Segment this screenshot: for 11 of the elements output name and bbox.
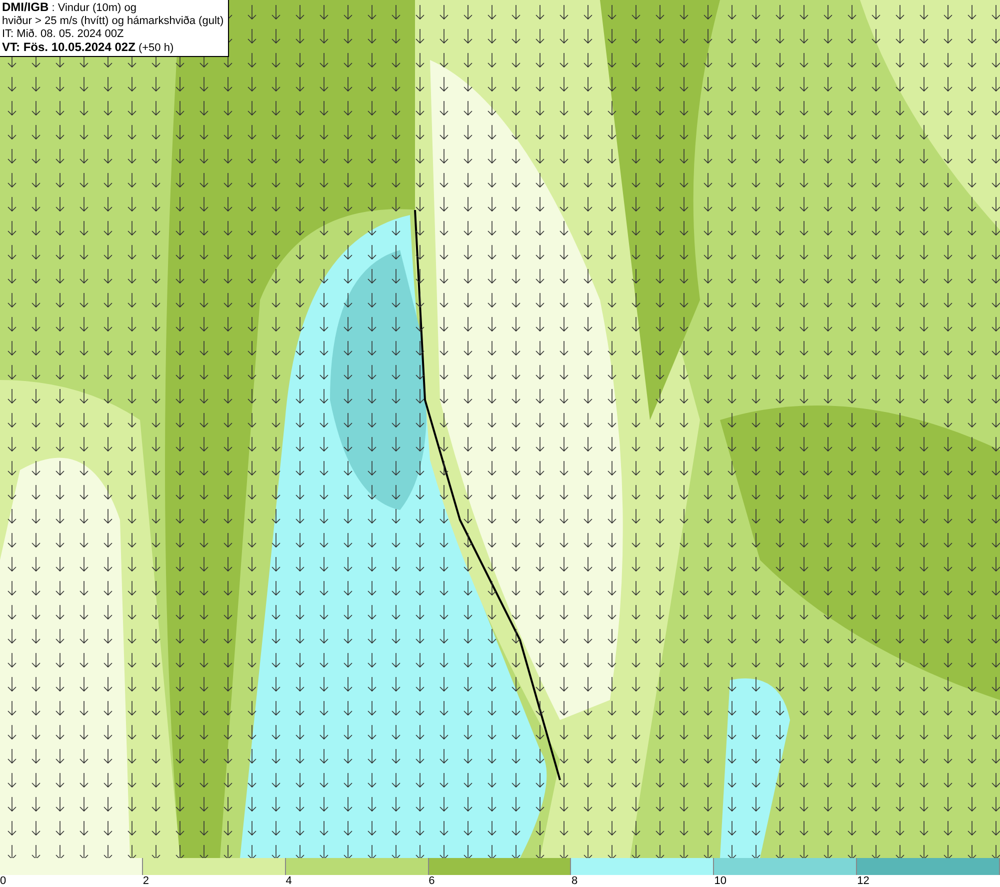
title-line: IT: Mið. 08. 05. 2024 00Z [2, 28, 125, 41]
legend-label: 6 [428, 875, 435, 887]
legend-label: 10 [714, 875, 727, 887]
title-line: hviður > 25 m/s (hvítt) og hámarkshviða (gult) [2, 15, 224, 28]
title-line: VT: Fös. 10.05.2024 02Z (+50 h) [2, 41, 175, 55]
legend-label: 12 [857, 875, 870, 887]
legend-label: 8 [571, 875, 578, 887]
legend-label: 4 [286, 875, 292, 887]
title-line: DMI/IGB : Vindur (10m) og [2, 1, 138, 15]
legend-label: 0 [0, 875, 6, 887]
legend-label: 2 [142, 875, 149, 887]
